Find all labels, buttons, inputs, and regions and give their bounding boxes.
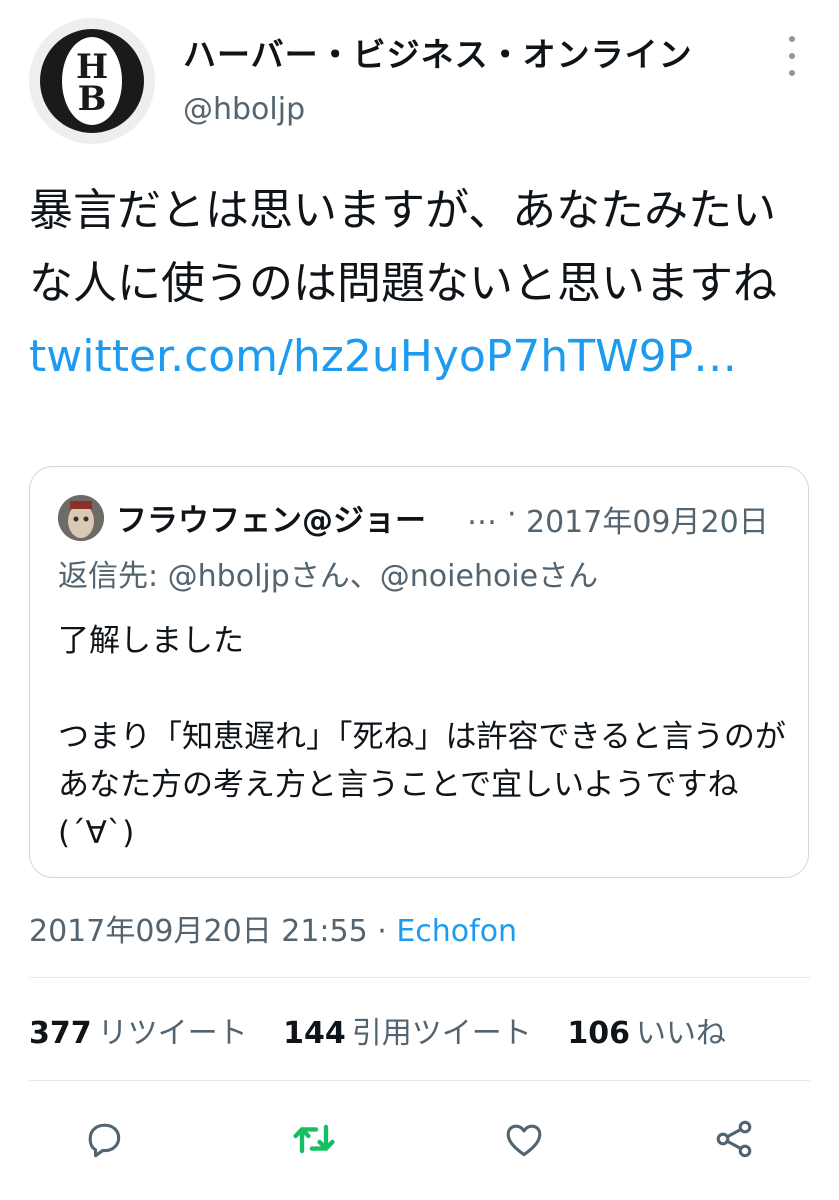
reply-label: 返信先: (58, 559, 168, 594)
tweet-stats: 377 リツイート 144 引用ツイート 106 いいね (29, 1008, 752, 1052)
retweet-icon (293, 1124, 335, 1154)
more-options-icon[interactable] (780, 36, 804, 76)
tweet-text: 暴言だとは思いますが、あなたみたいな人に使うのは問題ないと思いますね twitt… (29, 174, 809, 393)
reply-button[interactable] (80, 1115, 128, 1163)
like-icon (506, 1124, 542, 1157)
reply-joiner: 、 (349, 559, 380, 594)
quoted-body: 了解しました つまり「知恵遅れ」「死ね」は許容できると言うのがあなた方の考え方と… (58, 617, 788, 857)
meta-separator: · (377, 914, 387, 949)
quoted-tweet[interactable]: フラウフェン@ジョー … · 2017年09月20日 返信先: @hboljpさ… (29, 466, 809, 878)
reply-mention-noiehoie[interactable]: @noiehoieさん (380, 559, 598, 594)
tweet-body: 暴言だとは思いますが、あなたみたいな人に使うのは問題ないと思いますね (29, 185, 777, 309)
tweet-meta: 2017年09月20日 21:55 · Echofon (29, 906, 517, 950)
hbo-logo-icon: H B (40, 29, 144, 133)
author-display-name[interactable]: ハーバー・ビジネス・オンライン (183, 28, 693, 76)
reply-icon (88, 1123, 121, 1158)
divider-bottom (29, 1080, 810, 1081)
quoted-author-name[interactable]: フラウフェン@ジョー (116, 495, 426, 540)
quoted-reply-to: 返信先: @hboljpさん、@noiehoieさん (58, 551, 598, 595)
avatar-image-icon (58, 495, 104, 541)
tweet-timestamp[interactable]: 2017年09月20日 21:55 (29, 914, 368, 949)
author-handle[interactable]: @hboljp (183, 92, 305, 127)
profile-avatar[interactable]: H B (29, 18, 155, 144)
retweet-count[interactable]: 377 リツイート (29, 1008, 248, 1052)
like-button[interactable] (500, 1115, 548, 1163)
quoted-line-2: つまり「知恵遅れ」「死ね」は許容できると言うのがあなた方の考え方と言うことで宜し… (58, 719, 786, 851)
quote-count-label: 引用ツイート (351, 1016, 532, 1051)
quote-count[interactable]: 144 引用ツイート (283, 1008, 532, 1052)
divider-top (29, 977, 810, 978)
quoted-line-1: 了解しました (58, 623, 244, 659)
quoted-separator: · (507, 497, 517, 532)
retweet-button[interactable] (290, 1115, 338, 1163)
quote-count-value: 144 (283, 1016, 346, 1051)
retweet-count-label: リツイート (97, 1016, 248, 1051)
like-count-value: 106 (567, 1016, 630, 1051)
share-icon (716, 1120, 752, 1158)
svg-text:B: B (78, 79, 107, 119)
retweet-count-value: 377 (29, 1016, 92, 1051)
like-count[interactable]: 106 いいね (567, 1008, 726, 1052)
quoted-author-avatar[interactable] (58, 495, 104, 541)
quoted-date[interactable]: 2017年09月20日 (526, 497, 769, 541)
share-button[interactable] (710, 1115, 758, 1163)
tweet-link[interactable]: twitter.com/hz2uHyoP7hTW9P… (29, 331, 737, 382)
reply-mention-hboljp[interactable]: @hboljpさん (168, 559, 350, 594)
like-count-label: いいね (635, 1016, 726, 1051)
quoted-name-ellipsis: … (467, 497, 497, 532)
tweet-source[interactable]: Echofon (396, 914, 517, 949)
